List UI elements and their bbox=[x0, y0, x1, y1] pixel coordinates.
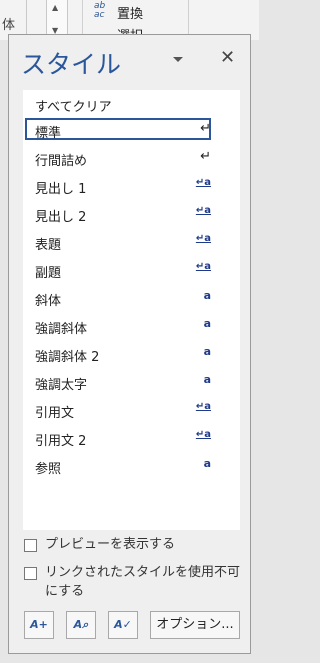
linked-style-icon: ↵a bbox=[195, 205, 211, 216]
character-style-icon: a bbox=[203, 289, 211, 302]
replace-icon: ab ac bbox=[94, 1, 106, 20]
show-preview-checkbox[interactable] bbox=[24, 539, 37, 552]
paragraph-mark-icon: ↵ bbox=[200, 121, 211, 136]
style-name: 強調太字 bbox=[35, 378, 88, 393]
replace-button[interactable]: 置換 bbox=[117, 3, 143, 22]
character-style-icon: a bbox=[203, 345, 211, 358]
close-icon[interactable]: ✕ bbox=[220, 49, 235, 67]
character-style-icon: a bbox=[203, 457, 211, 470]
style-name: 強調斜体 2 bbox=[35, 350, 100, 365]
style-name: 標準 bbox=[35, 126, 62, 141]
manage-styles-icon: A✓ bbox=[114, 618, 132, 631]
style-item-title[interactable]: 表題 ↵a bbox=[25, 230, 211, 253]
pane-options-dropdown-icon[interactable] bbox=[173, 57, 183, 62]
style-item-intense-quote[interactable]: 引用文 2 ↵a bbox=[25, 426, 211, 449]
style-name: 副題 bbox=[35, 266, 62, 281]
style-name: 表題 bbox=[35, 238, 62, 253]
style-item-reference[interactable]: 参照 a bbox=[25, 454, 211, 477]
style-name: 見出し 1 bbox=[35, 182, 87, 197]
style-item-intense-emphasis[interactable]: 強調斜体 a bbox=[25, 314, 211, 337]
style-item-subtitle[interactable]: 副題 ↵a bbox=[25, 258, 211, 281]
style-list: すべてクリア 標準 ↵ 行間詰め ↵ 見出し 1 ↵a 見出し 2 ↵a 表題 … bbox=[23, 90, 240, 530]
style-gallery-partial-label: 体 bbox=[2, 18, 16, 33]
style-item-intense-emphasis-2[interactable]: 強調斜体 2 a bbox=[25, 342, 211, 365]
style-inspector-button[interactable]: A⌕ bbox=[66, 611, 96, 639]
disable-linked-styles-label-line1: リンクされたスタイルを使用不可 bbox=[45, 565, 241, 580]
style-name: すべてクリア bbox=[35, 100, 112, 115]
style-name: 参照 bbox=[35, 462, 62, 477]
character-style-icon: a bbox=[203, 317, 211, 330]
style-item-no-spacing[interactable]: 行間詰め ↵ bbox=[25, 146, 211, 169]
new-style-icon: A+ bbox=[30, 618, 48, 631]
linked-style-icon: ↵a bbox=[195, 261, 211, 272]
style-name: 見出し 2 bbox=[35, 210, 87, 225]
style-item-clear-all[interactable]: すべてクリア bbox=[25, 92, 211, 115]
new-style-button[interactable]: A+ bbox=[24, 611, 54, 639]
show-preview-label: プレビューを表示する bbox=[45, 537, 176, 552]
style-name: 引用文 2 bbox=[35, 434, 87, 449]
linked-style-icon: ↵a bbox=[195, 429, 211, 440]
character-style-icon: a bbox=[203, 373, 211, 386]
style-item-normal[interactable]: 標準 ↵ bbox=[25, 118, 211, 141]
linked-style-icon: ↵a bbox=[195, 233, 211, 244]
style-item-heading-1[interactable]: 見出し 1 ↵a bbox=[25, 174, 211, 197]
disable-linked-styles-checkbox[interactable] bbox=[24, 567, 37, 580]
style-name: 引用文 bbox=[35, 406, 75, 421]
paragraph-mark-icon: ↵ bbox=[200, 149, 211, 164]
style-name: 行間詰め bbox=[35, 154, 88, 169]
disable-linked-styles-label-line2: にする bbox=[45, 584, 85, 599]
style-name: 斜体 bbox=[35, 294, 62, 309]
style-name: 強調斜体 bbox=[35, 322, 88, 337]
pane-title: スタイル bbox=[21, 50, 122, 79]
options-button[interactable]: オプション... bbox=[150, 611, 240, 639]
style-item-emphasis[interactable]: 斜体 a bbox=[25, 286, 211, 309]
style-item-heading-2[interactable]: 見出し 2 ↵a bbox=[25, 202, 211, 225]
linked-style-icon: ↵a bbox=[195, 177, 211, 188]
manage-styles-button[interactable]: A✓ bbox=[108, 611, 138, 639]
styles-pane: スタイル ✕ すべてクリア 標準 ↵ 行間詰め ↵ 見出し 1 ↵a 見出し 2… bbox=[8, 34, 251, 654]
gallery-scroll-up-icon[interactable]: ▲ bbox=[52, 3, 58, 12]
style-item-strong[interactable]: 強調太字 a bbox=[25, 370, 211, 393]
style-inspector-icon: A⌕ bbox=[73, 618, 89, 631]
style-item-quote[interactable]: 引用文 ↵a bbox=[25, 398, 211, 421]
linked-style-icon: ↵a bbox=[195, 401, 211, 412]
